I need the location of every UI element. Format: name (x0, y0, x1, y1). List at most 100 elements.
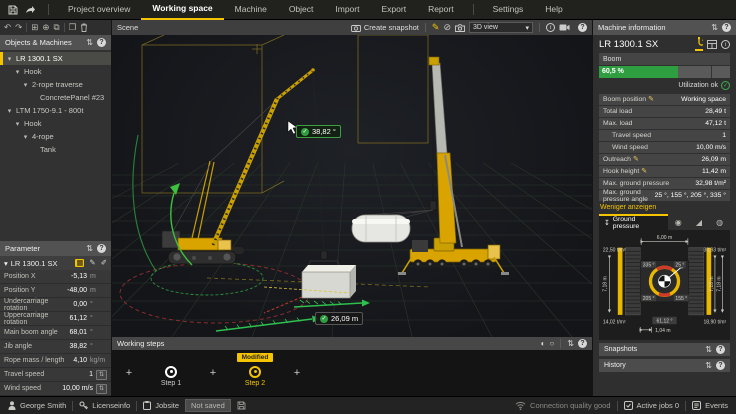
collapse-all-icon[interactable]: ⇅ (86, 245, 93, 253)
menu-help[interactable]: Help (534, 0, 573, 20)
stepper-icon[interactable]: ⇅ (96, 370, 107, 380)
tree-item-hook-1[interactable]: ▾ Hook (0, 65, 111, 78)
menu-report[interactable]: Report (417, 0, 465, 20)
help-icon[interactable]: ? (716, 345, 725, 354)
help-icon[interactable]: ? (722, 23, 731, 32)
delete-icon[interactable] (80, 23, 88, 32)
collapse-all-icon[interactable]: ⇅ (705, 346, 712, 354)
stepper-icon[interactable]: ⇅ (96, 384, 107, 394)
expander-icon[interactable]: ▾ (22, 133, 29, 141)
tree-item-tank[interactable]: ▾ Tank (0, 143, 111, 156)
tab-earth-pressure-icon[interactable]: ◍ (709, 214, 730, 230)
hook-tab-icon[interactable] (695, 37, 703, 51)
measure-icon[interactable]: ✎ (432, 23, 440, 32)
edit-icon[interactable]: ✎ (89, 259, 95, 267)
step-circle[interactable] (249, 366, 261, 378)
collapse-all-icon[interactable]: ⇅ (705, 362, 712, 370)
objects-tree: ▾ LR 1300.1 SX ▾ Hook ▾ 2-rope traverse … (0, 50, 111, 241)
load-chart-icon[interactable]: ▦ (75, 259, 84, 267)
menu-object[interactable]: Object (278, 0, 325, 20)
edit-icon[interactable]: ✎ (641, 168, 647, 175)
view-mode-select[interactable]: 3D view ▾ (469, 22, 533, 33)
add-step-button[interactable]: + (290, 367, 304, 379)
crane-lr1300[interactable] (162, 68, 341, 272)
jobsite-button[interactable]: Jobsite (143, 401, 179, 410)
save-state-icon[interactable] (237, 401, 246, 410)
help-icon[interactable]: ? (716, 361, 725, 370)
publish-icon[interactable] (23, 3, 37, 17)
add-machine-icon[interactable]: ⊞ (31, 23, 38, 32)
camera-icon[interactable] (455, 24, 465, 32)
help-icon[interactable]: ? (578, 339, 587, 348)
save-state-badge: Not saved (185, 399, 231, 412)
events-button[interactable]: Events (692, 401, 728, 410)
tree-item-concrete-panel[interactable]: ▾ ConcretePanel #23 (0, 91, 111, 104)
restrict-icon[interactable]: ⊘ (443, 23, 451, 32)
step-2[interactable]: Modified Step 2 (220, 366, 290, 387)
undo-icon[interactable]: ↶ (4, 23, 11, 32)
menu-project-overview[interactable]: Project overview (57, 0, 141, 20)
create-snapshot-button[interactable]: Create snapshot (351, 23, 419, 32)
events-icon (692, 401, 701, 410)
tree-item-4-rope[interactable]: ▾ 4-rope (0, 130, 111, 143)
save-icon[interactable] (6, 3, 20, 17)
attach-icon[interactable]: ⧉ (54, 23, 60, 32)
license-button[interactable]: Licenseinfo (79, 401, 130, 410)
scene-viewport[interactable]: 38,82 ° 26,09 m (112, 35, 592, 337)
wifi-icon (515, 401, 526, 410)
info-row-max-ground-pressure-angle: Max. ground pressure angle 25 °, 155 °, … (599, 190, 730, 201)
snapshots-section-header[interactable]: Snapshots ⇅ ? (599, 343, 730, 356)
duplicate-icon[interactable]: ❐ (69, 23, 77, 32)
ballast-tab-icon[interactable] (707, 40, 717, 49)
expander-icon[interactable]: ▾ (14, 68, 21, 76)
menu-machine[interactable]: Machine (224, 0, 278, 20)
configure-icon[interactable]: ✐ (101, 259, 107, 267)
tree-item-machine-2[interactable]: ▾ LTM 1750-9.1 - 800t (0, 104, 111, 117)
tab-ground-pressure[interactable]: ↧ Ground pressure (599, 214, 668, 230)
expander-icon[interactable]: ▾ (6, 107, 13, 115)
tree-item-machine-1[interactable]: ▾ LR 1300.1 SX (0, 52, 111, 65)
expander-icon[interactable]: ▾ (14, 120, 21, 128)
svg-text:6,00 m: 6,00 m (657, 235, 672, 241)
collapse-all-icon[interactable]: ⇅ (86, 39, 93, 47)
edit-icon[interactable]: ✎ (633, 156, 639, 163)
info-icon[interactable]: i (546, 23, 555, 32)
crane-ltm1750[interactable] (398, 57, 509, 275)
parameter-panel-header: Parameter ⇅ ? (0, 241, 111, 256)
add-step-button[interactable]: + (122, 367, 136, 379)
parameter-machine-row[interactable]: ▾ LR 1300.1 SX ▦ ✎ ✐ (0, 256, 111, 270)
history-section-header[interactable]: History ⇅ ? (599, 359, 730, 372)
user-button[interactable]: George Smith (8, 401, 66, 410)
tree-item-traverse[interactable]: ▾ 2-rope traverse (0, 78, 111, 91)
play-steps-icon[interactable]: ◐ (541, 340, 546, 348)
record-step-icon[interactable]: ○ (549, 340, 554, 348)
tank-object[interactable] (352, 65, 436, 242)
info-icon[interactable]: i (721, 40, 730, 49)
active-jobs-button[interactable]: Active jobs 0 (624, 401, 680, 410)
tab-support-force-icon[interactable]: ◉ (668, 214, 689, 230)
collapse-all-icon[interactable]: ⇅ (567, 340, 574, 348)
tab-slope-icon[interactable]: ◢ (689, 214, 710, 230)
expander-icon[interactable]: ▾ (22, 81, 29, 89)
menu-working-space[interactable]: Working space (141, 0, 223, 20)
help-icon[interactable]: ? (97, 38, 106, 47)
concrete-panel[interactable] (264, 265, 370, 313)
expander-icon[interactable]: ▾ (6, 55, 13, 63)
menu-settings[interactable]: Settings (482, 0, 535, 20)
add-step-button[interactable]: + (206, 367, 220, 379)
objects-panel-header: Objects & Machines ⇅ ? (0, 35, 111, 50)
help-icon[interactable]: ? (97, 244, 106, 253)
step-1[interactable]: Step 1 (136, 366, 206, 387)
menu-export[interactable]: Export (370, 0, 417, 20)
show-less-link[interactable]: Weniger anzeigen (593, 201, 736, 213)
expander-icon[interactable]: ▾ (4, 259, 8, 268)
step-circle[interactable] (165, 366, 177, 378)
tree-item-hook-2[interactable]: ▾ Hook (0, 117, 111, 130)
collapse-all-icon[interactable]: ⇅ (711, 24, 718, 32)
edit-icon[interactable]: ✎ (648, 96, 654, 103)
redo-icon[interactable]: ↷ (15, 23, 22, 32)
video-icon[interactable] (559, 24, 570, 31)
menu-import[interactable]: Import (324, 0, 370, 20)
help-icon[interactable]: ? (578, 23, 587, 32)
add-object-icon[interactable]: ⊕ (42, 23, 49, 32)
